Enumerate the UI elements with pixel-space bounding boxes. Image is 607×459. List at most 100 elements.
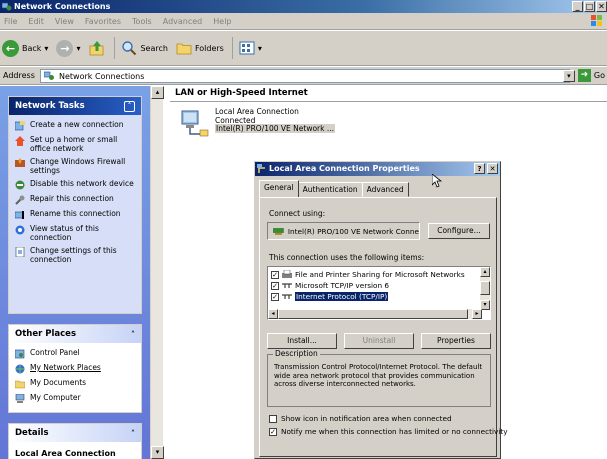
home-network-icon: [15, 136, 25, 146]
list-horizontal-scrollbar[interactable]: ◂ ▸: [268, 309, 482, 319]
views-icon: [239, 41, 255, 55]
menu-help[interactable]: Help: [213, 17, 231, 26]
tab-general[interactable]: General: [259, 180, 299, 197]
connection-item[interactable]: Local Area Connection Connected Intel(R)…: [178, 107, 336, 138]
task-create-connection[interactable]: Create a new connection: [15, 120, 135, 131]
other-places-header[interactable]: Other Places ˄: [9, 325, 141, 343]
scroll-up-button[interactable]: ▴: [151, 86, 164, 99]
task-label: Change settings of this connection: [30, 246, 117, 264]
item-checkbox[interactable]: ✓: [271, 270, 279, 279]
back-label: Back: [22, 43, 42, 53]
scroll-right-button[interactable]: ▸: [472, 309, 482, 319]
place-my-network-places[interactable]: My Network Places: [15, 363, 135, 374]
scroll-down-button[interactable]: ▾: [151, 446, 164, 459]
scroll-up-button[interactable]: ▴: [480, 267, 490, 277]
search-button[interactable]: Search: [121, 40, 168, 56]
repair-icon: [15, 195, 25, 205]
address-dropdown-button[interactable]: ▾: [562, 69, 575, 82]
task-home-network[interactable]: Set up a home or small office network: [15, 135, 135, 153]
menu-edit[interactable]: Edit: [28, 17, 44, 26]
dialog-close-button[interactable]: ✕: [487, 163, 498, 174]
details-title: Details: [15, 428, 49, 438]
list-item[interactable]: ✓ Internet Protocol (TCP/IP): [268, 291, 490, 302]
mouse-cursor-icon: [432, 174, 442, 188]
forward-button[interactable]: → ▾: [56, 39, 80, 57]
list-item[interactable]: ✓ Microsoft TCP/IP version 6: [268, 280, 490, 291]
up-folder-icon: [90, 41, 104, 56]
back-arrow-icon: ←: [2, 39, 19, 57]
maximize-button[interactable]: □: [584, 1, 595, 12]
folders-button[interactable]: Folders: [176, 41, 224, 55]
task-pane: Network Tasks ˄ Create a new connection …: [0, 86, 150, 459]
place-control-panel[interactable]: Control Panel: [15, 348, 135, 359]
task-rename-connection[interactable]: Rename this connection: [15, 209, 135, 220]
task-change-settings[interactable]: Change settings of this connection: [15, 246, 135, 264]
place-label: My Computer: [30, 393, 81, 402]
close-button[interactable]: ✕: [596, 1, 607, 12]
properties-button[interactable]: Properties: [421, 333, 491, 349]
task-firewall[interactable]: Change Windows Firewall settings: [15, 157, 135, 175]
computer-icon: [15, 394, 25, 403]
scroll-thumb[interactable]: [278, 309, 468, 319]
rename-icon: [15, 211, 24, 219]
search-label: Search: [140, 43, 168, 53]
dialog-titlebar[interactable]: Local Area Connection Properties ? ✕: [255, 162, 500, 176]
show-icon-checkbox[interactable]: [269, 414, 277, 423]
menu-advanced[interactable]: Advanced: [163, 17, 203, 26]
menu-favorites[interactable]: Favorites: [85, 17, 121, 26]
go-button[interactable]: Go: [594, 71, 605, 80]
tab-advanced[interactable]: Advanced: [361, 182, 409, 197]
window-titlebar[interactable]: Network Connections _ □ ✕: [0, 0, 607, 13]
chevron-down-icon: ▾: [44, 43, 49, 53]
forward-arrow-icon: →: [56, 39, 74, 57]
task-label: View status of this connection: [30, 224, 99, 242]
menu-file[interactable]: File: [4, 17, 17, 26]
notify-checkbox[interactable]: ✓: [269, 427, 277, 436]
uninstall-button[interactable]: Uninstall: [344, 333, 414, 349]
network-adapter-icon: [273, 228, 284, 235]
description-group: Description Transmission Control Protoco…: [267, 349, 491, 407]
task-view-status[interactable]: View status of this connection: [15, 224, 135, 242]
firewall-icon: [15, 158, 25, 167]
task-label: Create a new connection: [30, 120, 124, 129]
views-button[interactable]: ▾: [239, 41, 262, 55]
tab-authentication[interactable]: Authentication: [297, 182, 363, 197]
install-button[interactable]: Install...: [267, 333, 337, 349]
menu-tools[interactable]: Tools: [132, 17, 152, 26]
scroll-left-button[interactable]: ◂: [268, 309, 278, 319]
scroll-thumb[interactable]: [480, 281, 490, 295]
general-tab-page: Connect using: Intel(R) PRO/100 VE Netwo…: [259, 197, 508, 457]
list-vertical-scrollbar[interactable]: ▴ ▾: [480, 267, 490, 310]
notify-option[interactable]: ✓ Notify me when this connection has lim…: [269, 427, 508, 436]
task-label: Set up a home or small office network: [30, 135, 118, 153]
item-checkbox[interactable]: ✓: [271, 292, 279, 301]
address-input[interactable]: Network Connections: [40, 69, 570, 83]
go-arrow-icon[interactable]: ➜: [577, 69, 591, 82]
task-disable-device[interactable]: Disable this network device: [15, 179, 135, 190]
minimize-button[interactable]: _: [572, 1, 583, 12]
task-repair-connection[interactable]: Repair this connection: [15, 194, 135, 205]
collapse-chevron-icon[interactable]: ˄: [131, 330, 135, 339]
network-tasks-header[interactable]: Network Tasks ˄: [9, 97, 141, 115]
place-my-documents[interactable]: My Documents: [15, 378, 135, 389]
task-pane-scrollbar[interactable]: ▴ ▾: [150, 86, 164, 459]
chevron-down-icon: ▾: [257, 43, 262, 53]
place-my-computer[interactable]: My Computer: [15, 393, 135, 404]
control-panel-icon: [15, 349, 25, 359]
item-checkbox[interactable]: ✓: [271, 281, 279, 290]
menu-view[interactable]: View: [55, 17, 74, 26]
collapse-chevron-icon[interactable]: ˄: [131, 429, 135, 438]
new-connection-icon: [15, 121, 25, 131]
details-header[interactable]: Details ˄: [9, 424, 141, 442]
adapter-name: Intel(R) PRO/100 VE Network Conne: [287, 226, 419, 236]
toolbar-separator: [114, 37, 116, 59]
item-label: Microsoft TCP/IP version 6: [295, 281, 390, 290]
show-icon-option[interactable]: Show icon in notification area when conn…: [269, 414, 452, 423]
configure-button[interactable]: Configure...: [428, 223, 490, 239]
collapse-chevron-icon[interactable]: ˄: [124, 100, 135, 112]
up-folder-button[interactable]: [88, 39, 106, 57]
back-button[interactable]: ← Back ▾: [2, 39, 49, 57]
components-list[interactable]: ✓ File and Printer Sharing for Microsoft…: [267, 266, 491, 320]
help-button[interactable]: ?: [474, 163, 485, 174]
list-item[interactable]: ✓ File and Printer Sharing for Microsoft…: [268, 269, 490, 280]
